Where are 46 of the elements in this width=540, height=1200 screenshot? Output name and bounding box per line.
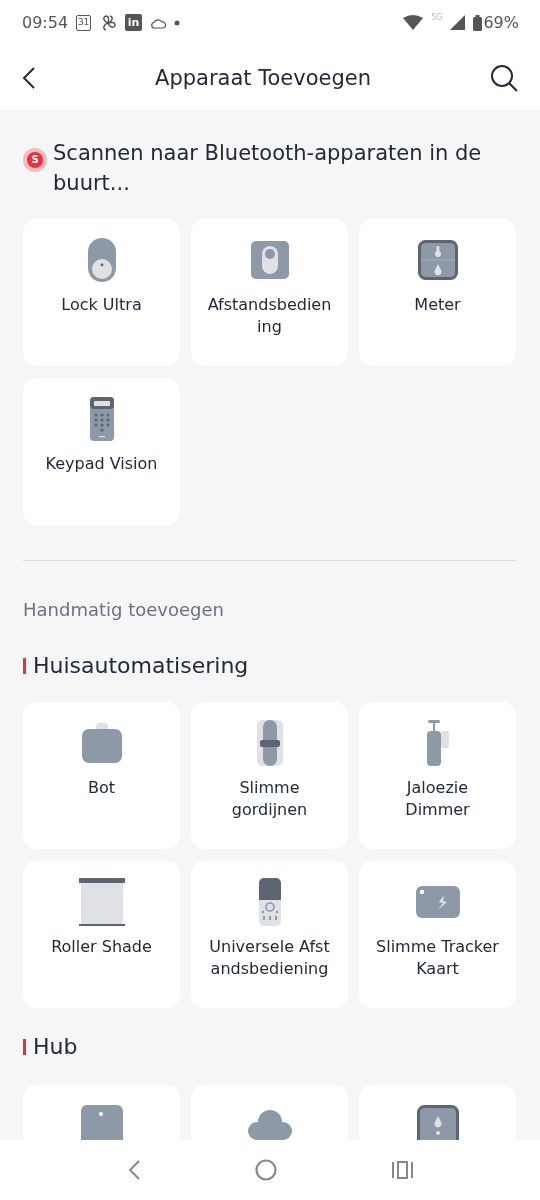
recents-icon xyxy=(391,1161,413,1179)
dot-icon xyxy=(174,19,181,26)
cloud-icon xyxy=(150,16,167,29)
section-label: Handmatig toevoegen xyxy=(23,599,225,621)
clock: 09:54 xyxy=(22,13,69,32)
device-card[interactable]: Lock Ultra xyxy=(23,219,180,366)
thermometer-icon xyxy=(417,240,458,280)
device-card[interactable]: Slimme Tracker Kaart xyxy=(359,861,516,1008)
back-button[interactable] xyxy=(22,65,36,90)
recents-button[interactable] xyxy=(391,1161,413,1179)
bot-icon xyxy=(81,723,122,763)
battery-icon xyxy=(473,14,483,31)
tracker-card-icon xyxy=(415,886,460,918)
device-card[interactable]: Jaloezie Dimmer xyxy=(359,702,516,849)
hub-display-icon xyxy=(416,1105,459,1140)
device-card[interactable]: Slimme gordijnen xyxy=(191,702,348,849)
scan-status: Scannen naar Bluetooth-apparaten in de buurt... xyxy=(53,140,483,197)
page-title: Apparaat Toevoegen xyxy=(154,65,372,90)
device-card[interactable]: Universele Afst andsbediening xyxy=(191,861,348,1008)
network-label: 5G xyxy=(431,13,443,22)
section-title: Huisautomatisering xyxy=(33,652,249,680)
device-card[interactable]: Bot xyxy=(23,702,180,849)
home-icon xyxy=(254,1159,277,1181)
blind-tilt-icon xyxy=(426,720,449,766)
calendar-icon: 31 xyxy=(76,14,92,31)
signal-icon xyxy=(450,15,466,30)
home-button[interactable] xyxy=(254,1159,277,1181)
device-card[interactable]: Afstandsbedien ing xyxy=(191,219,348,366)
roller-shade-icon xyxy=(78,878,125,926)
battery-level: 69% xyxy=(483,13,519,32)
device-card[interactable]: Keypad Vision xyxy=(23,378,180,525)
back-icon xyxy=(22,65,36,90)
search-button[interactable] xyxy=(490,63,518,92)
curtain-motor-icon xyxy=(256,720,283,766)
remote-control-icon xyxy=(258,878,281,926)
remote-icon xyxy=(250,241,289,279)
search-icon xyxy=(490,63,518,92)
back-icon xyxy=(127,1160,140,1180)
keypad-icon xyxy=(89,397,114,441)
scanning-badge: S xyxy=(27,152,43,168)
section-title: Hub xyxy=(33,1033,78,1061)
device-card[interactable]: Roller Shade xyxy=(23,861,180,1008)
device-card[interactable]: Meter xyxy=(359,219,516,366)
linkedin-icon: in xyxy=(125,14,143,31)
wifi-icon xyxy=(403,15,424,30)
lock-icon xyxy=(87,238,116,282)
